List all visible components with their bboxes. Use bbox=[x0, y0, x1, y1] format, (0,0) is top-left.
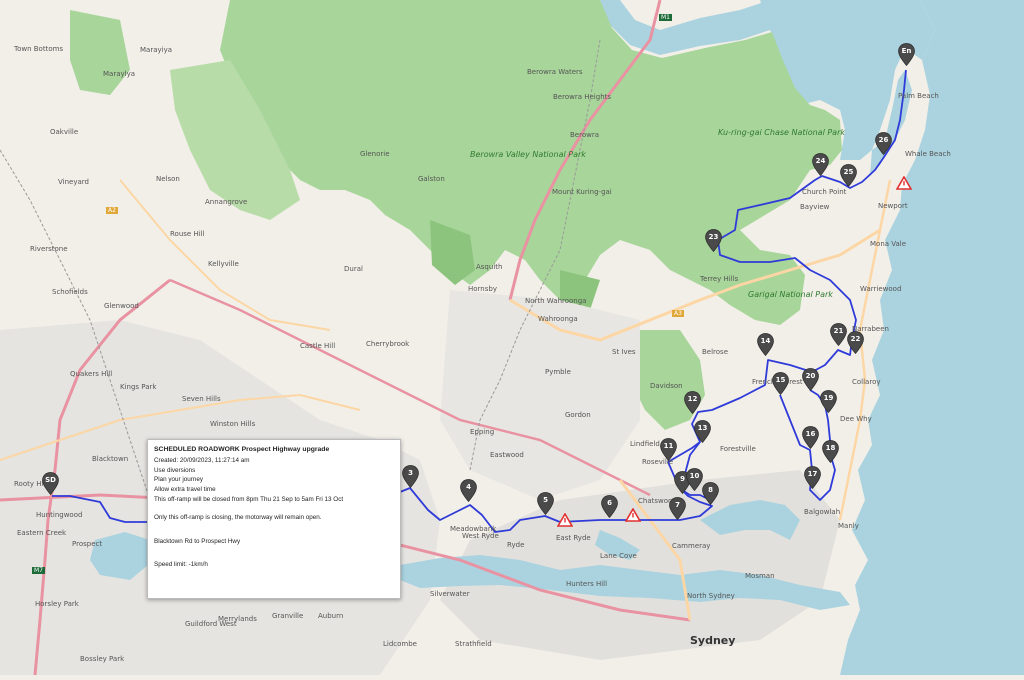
route-marker[interactable]: SD bbox=[42, 472, 59, 495]
marker-label: 19 bbox=[823, 394, 834, 402]
route-marker[interactable]: 3 bbox=[402, 465, 419, 488]
popup-location: Blacktown Rd to Prospect Hwy bbox=[154, 537, 241, 545]
marker-label: 11 bbox=[663, 442, 674, 450]
popup-title: SCHEDULED ROADWORK Prospect Highway upgr… bbox=[154, 446, 330, 453]
marker-label: 25 bbox=[843, 168, 854, 176]
route-marker[interactable]: 23 bbox=[705, 229, 722, 252]
route-marker[interactable]: 4 bbox=[460, 479, 477, 502]
popup-advice-3: Allow extra travel time bbox=[154, 486, 216, 494]
route-marker[interactable]: 12 bbox=[684, 391, 701, 414]
marker-label: 20 bbox=[805, 372, 816, 380]
route-marker[interactable]: 21 bbox=[830, 323, 847, 346]
marker-label: 8 bbox=[708, 486, 713, 494]
marker-label: 5 bbox=[543, 496, 548, 504]
route-marker[interactable]: 25 bbox=[840, 164, 857, 187]
route-marker[interactable]: 15 bbox=[772, 372, 789, 395]
route-marker[interactable]: 18 bbox=[822, 440, 839, 463]
forest-north bbox=[220, 0, 842, 325]
route-marker[interactable]: 8 bbox=[702, 482, 719, 505]
popup-advice-2: Plan your journey bbox=[154, 476, 204, 484]
forest-west bbox=[70, 10, 130, 95]
marker-label: 4 bbox=[466, 483, 471, 491]
marker-label: 12 bbox=[687, 395, 698, 403]
marker-label: SD bbox=[45, 476, 56, 484]
marker-label: 14 bbox=[760, 337, 771, 345]
map-view[interactable]: Marayiya Town Bottoms Schofields Quakers Hi… bbox=[0, 0, 1024, 676]
roadwork-warning-icon[interactable] bbox=[624, 507, 642, 522]
roadwork-popup[interactable]: SCHEDULED ROADWORK Prospect Highway upgr… bbox=[147, 439, 401, 599]
route-marker[interactable]: 16 bbox=[802, 426, 819, 449]
popup-advice-1: Use diversions bbox=[154, 466, 196, 474]
popup-closure: This off-ramp will be closed from 8pm Th… bbox=[154, 495, 344, 503]
roadwork-warning-icon[interactable] bbox=[895, 175, 913, 190]
roadwork-warning-icon[interactable] bbox=[556, 512, 574, 527]
popup-speed: Speed limit: -1km/h bbox=[154, 561, 208, 569]
marker-label: 15 bbox=[775, 376, 786, 384]
route-marker[interactable]: 14 bbox=[757, 333, 774, 356]
popup-note: Only this off-ramp is closing, the motor… bbox=[154, 513, 322, 521]
route-marker[interactable]: 7 bbox=[669, 497, 686, 520]
route-marker[interactable]: 6 bbox=[601, 495, 618, 518]
route-marker[interactable]: 11 bbox=[660, 438, 677, 461]
marker-label: 16 bbox=[805, 430, 816, 438]
marker-label: 7 bbox=[675, 501, 680, 509]
popup-created: Created: 20/09/2023, 11:27:14 am bbox=[154, 456, 250, 464]
route-marker[interactable]: 5 bbox=[537, 492, 554, 515]
marker-label: 17 bbox=[807, 470, 818, 478]
route-marker[interactable]: 24 bbox=[812, 153, 829, 176]
route-marker[interactable]: 10 bbox=[686, 468, 703, 491]
marker-label: 13 bbox=[697, 424, 708, 432]
marker-label: 23 bbox=[708, 233, 719, 241]
marker-label: 21 bbox=[833, 327, 844, 335]
forest-garigal bbox=[630, 330, 705, 430]
marker-label: 6 bbox=[607, 499, 612, 507]
primary-road-hills bbox=[119, 179, 331, 331]
route-marker[interactable]: 13 bbox=[694, 420, 711, 443]
route-marker[interactable]: 20 bbox=[802, 368, 819, 391]
marker-label: 26 bbox=[878, 136, 889, 144]
route-marker[interactable]: 26 bbox=[875, 132, 892, 155]
marker-label: En bbox=[901, 47, 912, 55]
marker-label: 18 bbox=[825, 444, 836, 452]
route-marker[interactable]: 17 bbox=[804, 466, 821, 489]
marker-label: 22 bbox=[850, 335, 861, 343]
route-marker[interactable]: En bbox=[898, 43, 915, 66]
route-marker[interactable]: 22 bbox=[847, 331, 864, 354]
marker-label: 3 bbox=[408, 469, 413, 477]
marker-label: 10 bbox=[689, 472, 700, 480]
marker-label: 24 bbox=[815, 157, 826, 165]
route-marker[interactable]: 19 bbox=[820, 390, 837, 413]
